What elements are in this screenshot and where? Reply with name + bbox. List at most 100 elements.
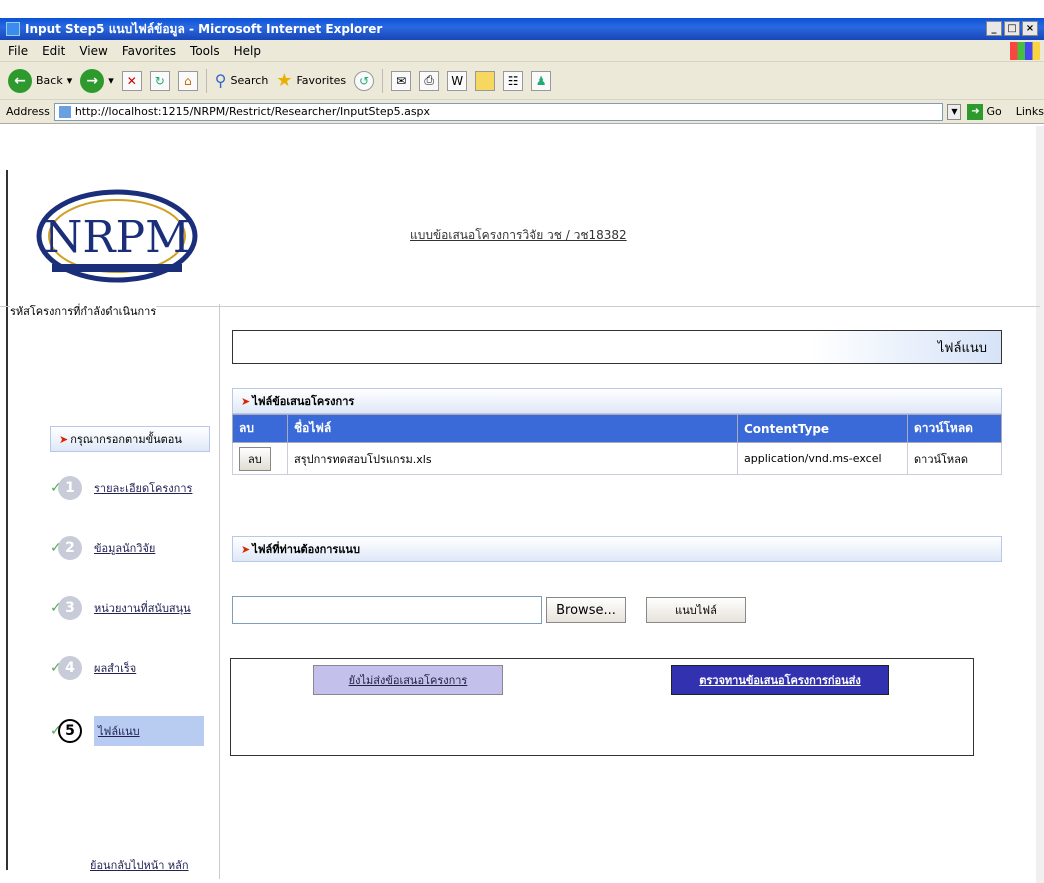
toolbar-separator xyxy=(382,68,384,93)
address-bar: Address http://localhost:1215/NRPM/Restr… xyxy=(0,100,1044,124)
column-header-filename: ชื่อไฟล์ xyxy=(287,414,738,443)
filename-cell: สรุปการทดสอบโปรแกรม.xls xyxy=(287,442,738,475)
research-icon[interactable]: ☷ xyxy=(503,70,524,91)
print-icon[interactable]: ⎙ xyxy=(419,70,440,91)
stop-icon[interactable]: ✕ xyxy=(121,70,142,91)
address-input[interactable]: http://localhost:1215/NRPM/Restrict/Rese… xyxy=(53,102,944,121)
history-icon[interactable]: ↺ xyxy=(354,70,375,91)
back-button[interactable]: ← Back ▾ xyxy=(8,68,73,93)
table-header-row: ลบ ชื่อไฟล์ ContentType ดาวน์โหลด xyxy=(232,414,1002,443)
sidebar-step-label[interactable]: ข้อมูลนักวิจัย xyxy=(94,539,155,557)
sidebar-step-3[interactable]: ✓ 3 หน่วยงานที่สนับสนุน xyxy=(50,596,210,620)
page-left-border xyxy=(6,170,8,870)
menu-file[interactable]: File xyxy=(8,44,28,58)
check-icon: ✓ xyxy=(50,540,62,556)
star-icon: ★ xyxy=(276,70,293,91)
step-number: 3 xyxy=(58,596,82,620)
maximize-button[interactable]: □ xyxy=(1004,21,1020,36)
menu-bar: File Edit View Favorites Tools Help xyxy=(0,40,1044,62)
files-panel-header: ➤ ไฟล์ข้อเสนอโครงการ xyxy=(232,388,1002,414)
browse-button[interactable]: Browse... xyxy=(546,597,626,623)
toolbar-separator xyxy=(205,68,207,93)
step-number: 5 xyxy=(58,719,82,743)
minimize-button[interactable]: _ xyxy=(986,21,1002,36)
delete-cell: ลบ xyxy=(232,442,288,475)
vertical-scrollbar[interactable] xyxy=(1036,126,1044,883)
section-title-box: ไฟล์แนบ xyxy=(232,330,1002,364)
sidebar-header-text: กรุณากรอกตามขั้นตอน xyxy=(70,433,182,446)
logo-text: NRPM xyxy=(44,212,190,263)
sidebar-step-label[interactable]: ผลสำเร็จ xyxy=(94,659,136,677)
back-label: Back xyxy=(36,74,63,87)
save-draft-button[interactable]: ยังไม่ส่งข้อเสนอโครงการ xyxy=(313,665,503,695)
upload-panel-title: ไฟล์ที่ท่านต้องการแนบ xyxy=(252,543,360,556)
sidebar-step-2[interactable]: ✓ 2 ข้อมูลนักวิจัย xyxy=(50,536,210,560)
window-title-bar: Input Step5 แนบไฟล์ข้อมูล - Microsoft In… xyxy=(0,18,1044,40)
sidebar-step-label[interactable]: หน่วยงานที่สนับสนุน xyxy=(94,599,191,617)
toolbar: ← Back ▾ → ▾ ✕ ↻ ⌂ ⚲ Search ★ Favorites … xyxy=(0,62,1044,100)
step-number: 2 xyxy=(58,536,82,560)
menu-favorites[interactable]: Favorites xyxy=(122,44,176,58)
window-title: Input Step5 แนบไฟล์ข้อมูล - Microsoft In… xyxy=(25,21,383,36)
file-path-input[interactable] xyxy=(232,596,542,624)
address-url: http://localhost:1215/NRPM/Restrict/Rese… xyxy=(74,105,431,118)
action-box: ยังไม่ส่งข้อเสนอโครงการ ตรวจทานข้อเสนอโค… xyxy=(230,658,974,756)
check-icon: ✓ xyxy=(50,480,62,496)
sidebar-step-1[interactable]: ✓ 1 รายละเอียดโครงการ xyxy=(50,476,210,500)
search-icon: ⚲ xyxy=(214,71,227,90)
search-button[interactable]: ⚲ Search xyxy=(215,71,269,90)
favorites-button[interactable]: ★ Favorites xyxy=(276,70,346,91)
go-arrow-icon: ➜ xyxy=(967,103,984,120)
review-before-submit-button[interactable]: ตรวจทานข้อเสนอโครงการก่อนส่ง xyxy=(671,665,889,695)
links-button[interactable]: Links xyxy=(1016,105,1044,118)
nrpm-logo-graphic: NRPM xyxy=(36,189,198,283)
home-icon[interactable]: ⌂ xyxy=(177,70,198,91)
edit-icon[interactable]: W xyxy=(447,70,468,91)
chevron-down-icon[interactable]: ▾ xyxy=(108,74,114,87)
search-label: Search xyxy=(230,74,269,87)
sidebar-step-5[interactable]: ✓ 5 ไฟล์แนบ xyxy=(50,716,210,746)
back-arrow-icon: ← xyxy=(8,68,32,93)
sidebar-step-label[interactable]: รายละเอียดโครงการ xyxy=(94,479,192,497)
attach-file-button[interactable]: แนบไฟล์ xyxy=(646,597,746,623)
content-type-cell: application/vnd.ms-excel xyxy=(737,442,908,475)
forward-button[interactable]: → ▾ xyxy=(80,68,114,93)
sidebar-step-label[interactable]: ไฟล์แนบ xyxy=(94,716,204,746)
page-icon xyxy=(58,105,71,118)
menu-tools[interactable]: Tools xyxy=(190,44,220,58)
windows-logo-icon xyxy=(1010,42,1040,60)
sidebar-step-4[interactable]: ✓ 4 ผลสำเร็จ xyxy=(50,656,210,680)
upload-panel-header: ➤ ไฟล์ที่ท่านต้องการแนบ xyxy=(232,536,1002,562)
messenger-icon[interactable]: ♟ xyxy=(531,70,552,91)
upload-row: Browse... แนบไฟล์ xyxy=(232,596,746,624)
download-link[interactable]: ดาวน์โหลด xyxy=(907,442,1002,475)
mail-icon[interactable]: ✉ xyxy=(391,70,412,91)
page-content: NRPM แบบข้อเสนอโครงการวิจัย วช / วช18382… xyxy=(0,126,1044,883)
refresh-icon[interactable]: ↻ xyxy=(149,70,170,91)
go-button[interactable]: ➜ Go xyxy=(967,103,1002,120)
close-button[interactable]: × xyxy=(1022,21,1038,36)
project-code-label: รหัสโครงการที่กำลังดำเนินการ xyxy=(10,302,157,320)
section-title: ไฟล์แนบ xyxy=(811,331,1001,363)
menu-edit[interactable]: Edit xyxy=(42,44,65,58)
back-to-main-link[interactable]: ย้อนกลับไปหน้า หลัก xyxy=(90,856,189,874)
menu-help[interactable]: Help xyxy=(234,44,261,58)
menu-view[interactable]: View xyxy=(79,44,107,58)
delete-button[interactable]: ลบ xyxy=(239,446,271,471)
column-header-content-type: ContentType xyxy=(737,414,908,443)
ie-icon xyxy=(6,22,20,36)
check-icon: ✓ xyxy=(50,660,62,676)
sidebar-divider xyxy=(219,304,220,879)
step-number: 4 xyxy=(58,656,82,680)
table-row: ลบ สรุปการทดสอบโปรแกรม.xls application/v… xyxy=(232,442,1002,475)
page-title: แบบข้อเสนอโครงการวิจัย วช / วช18382 xyxy=(410,228,627,242)
address-dropdown-icon[interactable]: ▼ xyxy=(947,103,962,120)
go-label: Go xyxy=(986,105,1002,118)
files-panel-title: ไฟล์ข้อเสนอโครงการ xyxy=(252,395,355,408)
files-panel: ➤ ไฟล์ข้อเสนอโครงการ ลบ ชื่อไฟล์ Content… xyxy=(232,388,1002,475)
chevron-down-icon[interactable]: ▾ xyxy=(67,74,73,87)
folder-icon[interactable] xyxy=(475,70,496,91)
window-controls: _ □ × xyxy=(986,21,1038,36)
address-label: Address xyxy=(6,105,50,118)
upload-panel: ➤ ไฟล์ที่ท่านต้องการแนบ xyxy=(232,536,1002,562)
